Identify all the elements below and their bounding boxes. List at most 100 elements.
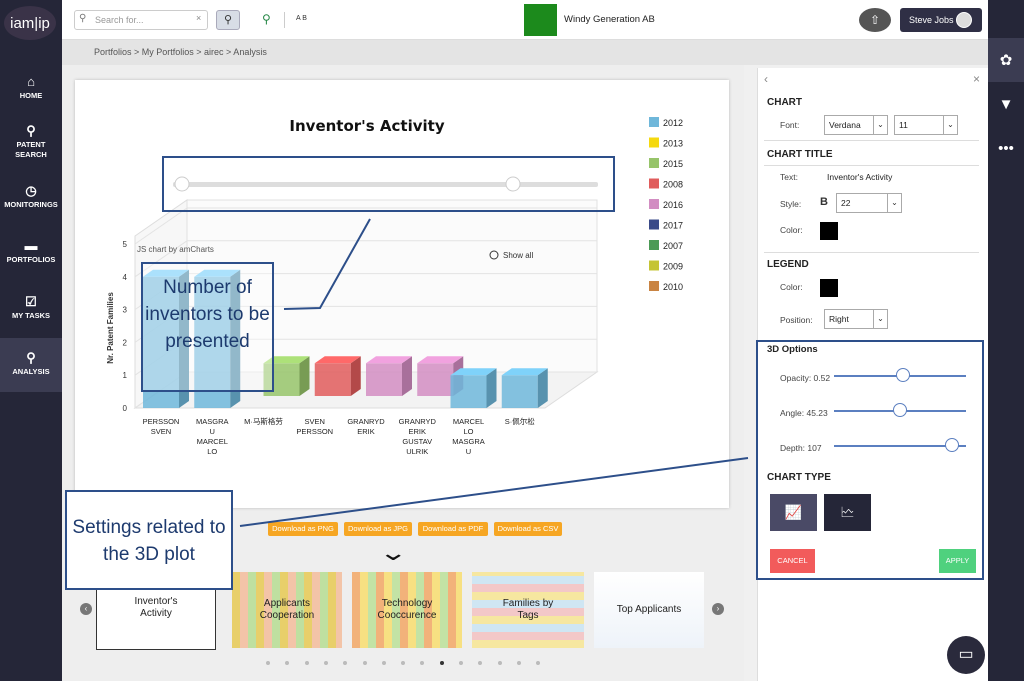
refresh-search-icon[interactable]: ⚲ <box>262 12 271 26</box>
upload-cloud-icon[interactable]: ⇧ <box>859 8 891 32</box>
carousel-dot[interactable] <box>362 661 367 665</box>
chevron-down-icon[interactable]: ⌄ <box>378 540 408 566</box>
y-tick-label: 1 <box>123 371 128 380</box>
y-tick-label: 2 <box>123 338 128 347</box>
nav-item-portfolios[interactable]: ▬ PORTFOLIOS <box>0 226 62 280</box>
legend-swatch <box>649 117 659 127</box>
legend-entry: 2013 <box>663 139 683 149</box>
legend-entry: 2009 <box>663 262 683 272</box>
clear-icon[interactable]: × <box>196 13 201 23</box>
x-tick-label: MARCEL <box>453 417 484 426</box>
y-tick-label: 3 <box>123 306 128 315</box>
carousel-dot[interactable] <box>497 661 502 665</box>
legend-entry: 2007 <box>663 241 683 251</box>
thumbnail-1[interactable]: Applicants Cooperation <box>232 572 342 648</box>
legend-position-value: Right <box>829 314 849 324</box>
settings-gear-icon[interactable]: ✿ <box>988 38 1024 82</box>
bar-front <box>501 375 538 408</box>
x-tick-label: ULRIK <box>406 447 428 456</box>
3d-options-callout-box <box>756 340 984 580</box>
nav-item-my-tasks[interactable]: ☑ MY TASKS <box>0 282 62 336</box>
settings-callout: Settings related to the 3D plot <box>65 490 233 590</box>
avatar <box>956 12 972 28</box>
legend-entry: 2017 <box>663 221 683 231</box>
carousel-dot[interactable] <box>381 661 386 665</box>
company-name: Windy Generation AB <box>564 14 655 25</box>
thumbnail-label: Technology Cooccurence <box>377 598 437 621</box>
legend-swatch <box>649 281 659 291</box>
ab-toggle[interactable]: A B <box>296 15 307 22</box>
font-select[interactable]: Verdana ⌄ <box>824 115 888 135</box>
legend-entry: 2008 <box>663 180 683 190</box>
bar-front <box>450 375 487 408</box>
font-size-value: 11 <box>899 120 908 130</box>
bold-toggle[interactable]: B <box>820 196 828 208</box>
chart-credit: JS chart by amCharts <box>137 245 214 254</box>
nav-item-analysis[interactable]: ⚲ ANALYSIS <box>0 338 62 392</box>
search-input[interactable]: Search for... <box>74 10 208 30</box>
legend-color-swatch[interactable] <box>820 279 838 297</box>
download-button-2[interactable]: Download as PDF <box>418 522 488 536</box>
thumbnail-4[interactable]: Top Applicants <box>594 572 704 648</box>
collapse-icon[interactable]: ‹ <box>764 72 768 86</box>
x-tick-label: SVEN <box>151 427 171 436</box>
download-button-3[interactable]: Download as CSV <box>494 522 562 536</box>
title-size-select[interactable]: 22 ⌄ <box>836 193 902 213</box>
thumbnail-2[interactable]: Technology Cooccurence <box>352 572 462 648</box>
legend-position-select[interactable]: Right ⌄ <box>824 309 888 329</box>
nav-item-patent-search[interactable]: ⚲ PATENT SEARCH <box>0 116 62 170</box>
carousel-dot[interactable] <box>304 661 309 665</box>
x-tick-label: U <box>210 427 215 436</box>
legend-entry: 2016 <box>663 200 683 210</box>
nav-icon: ☑ <box>25 294 37 309</box>
carousel-dot[interactable] <box>323 661 328 665</box>
bar-front <box>417 363 454 396</box>
x-tick-label: MARCEL <box>197 437 228 446</box>
title-text-input[interactable]: Inventor's Activity <box>827 172 892 182</box>
nav-icon: ◷ <box>25 183 37 198</box>
x-tick-label: ERIK <box>408 427 426 436</box>
download-button-1[interactable]: Download as JPG <box>344 522 412 536</box>
y-tick-label: 5 <box>123 240 128 249</box>
filter-icon[interactable]: ▼ <box>988 82 1024 126</box>
search-button[interactable]: ⚲ <box>216 10 240 30</box>
download-button-0[interactable]: Download as PNG <box>268 522 338 536</box>
nav-item-monitorings[interactable]: ◷ MONITORINGS <box>0 171 62 225</box>
chat-icon[interactable]: ▭ <box>947 636 985 674</box>
style-label: Style: <box>780 199 802 209</box>
bar-front <box>314 363 351 396</box>
nav-label: MY TASKS <box>11 311 51 320</box>
thumbnail-label: Inventor's Activity <box>134 596 178 619</box>
font-label: Font: <box>780 120 800 130</box>
right-toolbar: ✿ ▼ ••• <box>988 0 1024 681</box>
carousel-next-icon[interactable]: › <box>712 603 724 615</box>
legend-swatch <box>649 137 659 148</box>
carousel-dot[interactable] <box>439 661 444 665</box>
legend-heading: LEGEND <box>767 259 809 270</box>
carousel-prev-icon[interactable]: ‹ <box>80 603 92 615</box>
legend-swatch <box>649 240 659 250</box>
font-size-select[interactable]: 11 ⌄ <box>894 115 958 135</box>
title-color-swatch[interactable] <box>820 222 838 240</box>
user-name: Steve Jobs <box>909 15 954 25</box>
x-tick-label: ERIK <box>357 427 375 436</box>
more-icon[interactable]: ••• <box>988 126 1024 170</box>
thumbnail-3[interactable]: Families by Tags <box>472 572 584 648</box>
carousel-dot[interactable] <box>516 661 521 665</box>
bar-front <box>366 363 402 396</box>
x-tick-label: MASGRA <box>452 437 485 446</box>
legend-entry: 2015 <box>663 159 683 169</box>
carousel-dot[interactable] <box>266 661 270 665</box>
carousel-dot[interactable] <box>459 661 463 665</box>
chevron-down-icon: ⌄ <box>873 116 887 134</box>
chart-title: Inventor's Activity <box>289 117 444 135</box>
bar-side <box>299 356 310 396</box>
legend-color-label: Color: <box>780 282 803 292</box>
close-icon[interactable]: × <box>973 72 980 86</box>
x-tick-label: U <box>466 447 471 456</box>
y-axis-label: Nr. Patent Families <box>106 292 115 364</box>
x-tick-label: SVEN <box>305 417 325 426</box>
nav-item-home[interactable]: ⌂ HOME <box>0 62 62 116</box>
x-tick-label: M·马斯格劳 <box>244 416 283 426</box>
text-label: Text: <box>780 172 798 182</box>
